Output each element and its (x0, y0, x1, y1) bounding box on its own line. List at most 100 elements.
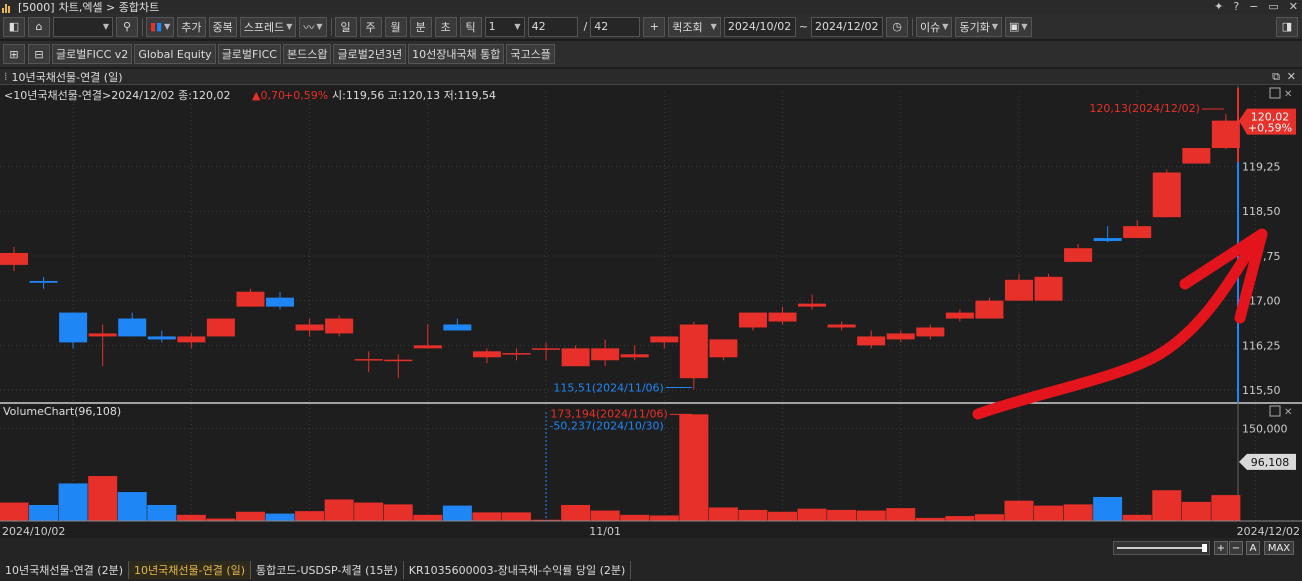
period-tick-button[interactable]: 틱 (459, 16, 482, 37)
candle-body[interactable] (266, 297, 295, 307)
plus-button[interactable]: + (643, 16, 666, 37)
date-from-input[interactable]: 2024/10/02 (723, 16, 796, 37)
favorite-item[interactable]: Global Equity (134, 44, 216, 64)
volume-bar[interactable] (679, 414, 709, 521)
volume-bar[interactable] (708, 507, 738, 521)
candle-body[interactable] (1182, 148, 1211, 164)
minimize-icon[interactable]: − (1249, 0, 1258, 13)
candle-body[interactable] (502, 353, 531, 355)
candle-body[interactable] (1034, 276, 1063, 301)
candle-body[interactable] (857, 336, 886, 346)
volume-bar[interactable] (768, 511, 798, 521)
favorite-item[interactable]: 국고스플 (506, 44, 555, 64)
candle-body[interactable] (88, 333, 117, 337)
candle-body[interactable] (679, 324, 708, 379)
overlap-button[interactable]: 중복 (208, 16, 237, 37)
candle-body[interactable] (325, 318, 354, 334)
volume-bar[interactable] (1093, 496, 1123, 521)
candle-body[interactable] (768, 312, 797, 322)
layout-grid-icon[interactable]: ⊞ (3, 44, 25, 64)
zoom-out-button[interactable]: − (1229, 541, 1243, 555)
max-button[interactable]: MAX (1264, 541, 1294, 555)
count-input[interactable]: 42 (527, 16, 578, 37)
clock-icon[interactable]: ◷ (886, 16, 909, 37)
interval-select[interactable]: 1 ▼ (484, 16, 525, 37)
volume-bar[interactable] (1122, 514, 1152, 521)
add-button[interactable]: 추가 (177, 16, 206, 37)
period-minute-button[interactable]: 분 (409, 16, 432, 37)
candle-body[interactable] (0, 252, 28, 265)
candle-body[interactable] (29, 280, 58, 283)
volume-bar[interactable] (472, 512, 502, 521)
search-icon[interactable]: ⚲ (116, 16, 138, 37)
chart-tab[interactable]: 10년국채선물-연결 (2분) (0, 561, 130, 579)
candle-body[interactable] (886, 333, 915, 340)
close-icon[interactable]: ✕ (1289, 0, 1298, 13)
volume-bar[interactable] (501, 512, 531, 521)
candle-body[interactable] (620, 354, 649, 358)
period-second-button[interactable]: 초 (434, 16, 457, 37)
chart-area[interactable]: <10년국채선물-연결>2024/12/02 종:120,02 ▲0,70 +0… (0, 86, 1302, 538)
issue-button[interactable]: 이슈 ▼ (916, 16, 953, 37)
volume-bar[interactable] (235, 511, 265, 521)
volume-bar[interactable] (295, 511, 325, 521)
auto-button[interactable]: A (1246, 541, 1260, 555)
restore-icon[interactable]: ▭ (1268, 0, 1278, 13)
candle-body[interactable] (472, 351, 501, 358)
spread-button[interactable]: 스프레드 ▼ (239, 16, 297, 37)
favorite-item[interactable]: 10선장내국채 통합 (408, 44, 505, 64)
candle-body[interactable] (945, 312, 974, 319)
volume-bar[interactable] (797, 508, 827, 521)
candle-body[interactable] (561, 348, 590, 367)
volume-bar[interactable] (58, 483, 88, 521)
volume-bar[interactable] (1034, 505, 1064, 521)
candle-body[interactable] (206, 318, 235, 337)
favorite-item[interactable]: 본드스왑 (282, 44, 332, 64)
candle-body[interactable] (798, 303, 827, 307)
volume-bar[interactable] (945, 516, 975, 521)
symbol-select[interactable]: ▼ (53, 16, 113, 37)
favorite-item[interactable]: 글로벌2년3년 (333, 44, 407, 64)
chart-tab[interactable]: KR1035600003-장내국채-수익률 당일 (2분) (404, 561, 632, 579)
candle-body[interactable] (177, 336, 206, 343)
home-icon[interactable]: ⌂ (28, 16, 50, 37)
candle-body[interactable] (59, 312, 88, 343)
chart-tab-active[interactable]: 10년국채선물-연결 (일) (129, 561, 252, 579)
candle-body[interactable] (413, 345, 442, 349)
scroll-track[interactable] (1113, 541, 1210, 555)
candle-body[interactable] (443, 324, 472, 331)
quick-query-button[interactable]: 퀵조회 ▼ (668, 16, 721, 37)
volume-bar[interactable] (738, 509, 768, 521)
candle-body[interactable] (591, 348, 620, 361)
volume-bar[interactable] (354, 502, 384, 521)
panel-restore-icon[interactable]: ⧉ (1272, 70, 1280, 84)
candle-body[interactable] (975, 300, 1004, 319)
scrollbar[interactable]: + − A MAX (0, 541, 1302, 555)
period-month-button[interactable]: 월 (384, 16, 407, 37)
date-to-input[interactable]: 2024/12/02 (811, 16, 884, 37)
candle-body[interactable] (738, 312, 767, 328)
volume-bar[interactable] (0, 502, 29, 521)
scroll-handle[interactable] (1202, 544, 1207, 552)
volume-bar[interactable] (29, 504, 59, 521)
volume-bar[interactable] (620, 514, 650, 521)
candle-body[interactable] (147, 336, 176, 340)
volume-bar[interactable] (413, 514, 443, 521)
candle-body[interactable] (1123, 226, 1152, 239)
candle-body[interactable] (354, 359, 383, 361)
volume-bar[interactable] (590, 510, 620, 521)
volume-bar[interactable] (649, 515, 679, 521)
scroll-thumb[interactable] (1117, 547, 1203, 549)
volume-bar[interactable] (827, 509, 857, 521)
favorite-item[interactable]: 글로벌FICC (217, 44, 281, 64)
period-day-button[interactable]: 일 (334, 16, 357, 37)
candle-body[interactable] (1093, 238, 1122, 242)
monitor-icon[interactable]: ▣ ▼ (1004, 16, 1032, 37)
panel-close-icon[interactable]: ✕ (1287, 70, 1296, 83)
chart-type-icon[interactable]: ▮ ▮ ▼ (146, 16, 175, 37)
volume-bar[interactable] (886, 508, 916, 521)
candle-body[interactable] (236, 291, 265, 307)
price-panel-close-icon[interactable]: ✕ (1284, 89, 1292, 100)
candle-body[interactable] (1152, 172, 1181, 218)
candle-body[interactable] (827, 324, 856, 328)
